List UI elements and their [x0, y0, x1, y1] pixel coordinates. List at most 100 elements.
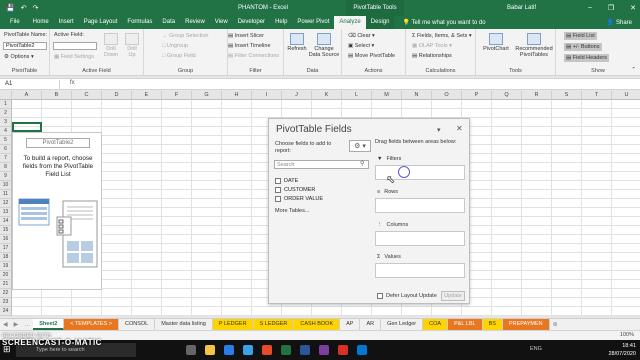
row-header[interactable]: 11	[0, 190, 12, 199]
row-header[interactable]: 5	[0, 136, 12, 145]
defer-checkbox[interactable]	[377, 293, 383, 299]
pivotchart-button[interactable]: PivotChart	[481, 33, 511, 52]
zoom-level[interactable]: 100%	[620, 331, 634, 340]
tab-design[interactable]: Design	[365, 16, 395, 29]
sheet-tab[interactable]: COA	[423, 319, 449, 330]
chrome-icon[interactable]	[338, 345, 348, 355]
row-header[interactable]: 3	[0, 118, 12, 127]
row-header[interactable]: 15	[0, 226, 12, 235]
column-header[interactable]: E	[132, 91, 162, 100]
drill-down-button[interactable]: Drill Down	[102, 33, 120, 58]
redo-icon[interactable]: ↷	[33, 4, 39, 12]
outlook-icon[interactable]	[357, 345, 367, 355]
move-pivottable-button[interactable]: ▤ Move PivotTable	[348, 53, 395, 59]
tab-analyze[interactable]: Analyze	[334, 16, 366, 29]
column-header[interactable]: C	[72, 91, 102, 100]
sheet-tab[interactable]: Master data listing	[155, 319, 213, 330]
row-header[interactable]: 18	[0, 253, 12, 262]
field-checkbox[interactable]	[275, 187, 281, 193]
column-header[interactable]: D	[102, 91, 132, 100]
field-headers-button[interactable]: ▤ Field Headers	[564, 54, 609, 62]
sheet-prev-icon[interactable]: ◀	[0, 321, 11, 328]
row-header[interactable]: 7	[0, 154, 12, 163]
undo-icon[interactable]: ↶	[21, 4, 27, 12]
row-header[interactable]: 21	[0, 280, 12, 289]
file-explorer-icon[interactable]	[205, 345, 215, 355]
taskbar-clock[interactable]: 18:41 28/07/2020	[608, 342, 636, 358]
column-header[interactable]: A	[12, 91, 42, 100]
tab-review[interactable]: Review	[180, 16, 210, 29]
fx-icon[interactable]: fx	[70, 80, 75, 86]
panel-options-icon[interactable]: ▾	[437, 126, 441, 134]
row-header[interactable]: 22	[0, 289, 12, 298]
tab-insert[interactable]: Insert	[54, 16, 79, 29]
column-header[interactable]: R	[522, 91, 552, 100]
column-header[interactable]: T	[582, 91, 612, 100]
add-sheet-icon[interactable]: ⊕	[550, 321, 561, 328]
word-icon[interactable]	[300, 345, 310, 355]
column-header[interactable]: J	[282, 91, 312, 100]
field-date[interactable]: DATE	[275, 178, 298, 184]
row-header[interactable]: 16	[0, 235, 12, 244]
column-header[interactable]: B	[42, 91, 72, 100]
row-header[interactable]: 4	[0, 127, 12, 136]
row-header[interactable]: 24	[0, 307, 12, 316]
tab-file[interactable]: File	[0, 16, 28, 29]
row-header[interactable]: 8	[0, 163, 12, 172]
row-header[interactable]: 19	[0, 262, 12, 271]
column-header[interactable]: F	[162, 91, 192, 100]
column-header[interactable]: I	[252, 91, 282, 100]
field-checkbox[interactable]	[275, 178, 281, 184]
more-tables-link[interactable]: More Tables...	[275, 208, 309, 214]
sheet-tab[interactable]: P&L LBL	[448, 319, 483, 330]
row-header[interactable]: 6	[0, 145, 12, 154]
panel-close-icon[interactable]: ✕	[456, 124, 463, 133]
row-header[interactable]: 13	[0, 208, 12, 217]
sheet-tab[interactable]: BS	[482, 319, 503, 330]
row-header[interactable]: 1	[0, 100, 12, 109]
column-header[interactable]: Q	[492, 91, 522, 100]
column-header[interactable]: O	[432, 91, 462, 100]
drill-up-button[interactable]: Drill Up	[123, 33, 141, 58]
pivottable-fields-panel[interactable]: PivotTable Fields ▾ ✕ Choose fields to a…	[268, 118, 470, 304]
row-header[interactable]: 12	[0, 199, 12, 208]
ungroup-button[interactable]: □ Ungroup	[162, 43, 188, 49]
relationships-button[interactable]: ▤ Relationships	[412, 53, 452, 59]
tools-gear-icon[interactable]: ⚙ ▾	[349, 140, 371, 152]
active-field-input[interactable]	[53, 42, 97, 50]
insert-slicer-button[interactable]: ▤ Insert Slicer	[228, 33, 264, 39]
sheet-tab[interactable]: AR	[360, 319, 382, 330]
row-header[interactable]: 9	[0, 172, 12, 181]
field-list-button[interactable]: ▤ Field List	[564, 32, 597, 40]
sheet-tab[interactable]: AP	[340, 319, 361, 330]
sheet-tab[interactable]: S LEDGER	[253, 319, 295, 330]
refresh-button[interactable]: Refresh	[286, 33, 308, 52]
group-selection-button[interactable]: → Group Selection	[162, 33, 208, 39]
select-button[interactable]: ▣ Select ▾	[348, 43, 374, 49]
tab-formulas[interactable]: Formulas	[122, 16, 157, 29]
row-header[interactable]: 23	[0, 298, 12, 307]
task-view-icon[interactable]	[186, 345, 196, 355]
field-search-input[interactable]: Search	[274, 160, 369, 169]
clear-button[interactable]: ⌫ Clear ▾	[348, 33, 375, 39]
tab-developer[interactable]: Developer	[233, 16, 270, 29]
active-cell[interactable]	[12, 122, 42, 132]
sheet-tab[interactable]: PREPAYMEN	[502, 319, 550, 330]
language-indicator[interactable]: ENG	[530, 346, 542, 352]
name-box[interactable]: A1	[2, 80, 60, 89]
filter-connections-button[interactable]: ▤ Filter Connections	[228, 53, 279, 59]
recommended-pivottables-button[interactable]: Recommended PivotTables	[514, 33, 554, 58]
column-header[interactable]: L	[342, 91, 372, 100]
column-header[interactable]: N	[402, 91, 432, 100]
restore-icon[interactable]: ❐	[608, 4, 614, 12]
tab-view[interactable]: View	[210, 16, 233, 29]
minimize-icon[interactable]: –	[588, 4, 592, 12]
edge-icon[interactable]	[243, 345, 253, 355]
tab-home[interactable]: Home	[28, 16, 54, 29]
sheet-tab[interactable]: Sheet2	[33, 319, 65, 330]
row-header[interactable]: 17	[0, 244, 12, 253]
field-checkbox[interactable]	[275, 196, 281, 202]
save-icon[interactable]: 💾	[6, 4, 15, 12]
options-button[interactable]: ⚙ Options ▾	[4, 54, 34, 60]
close-icon[interactable]: ✕	[630, 4, 636, 12]
